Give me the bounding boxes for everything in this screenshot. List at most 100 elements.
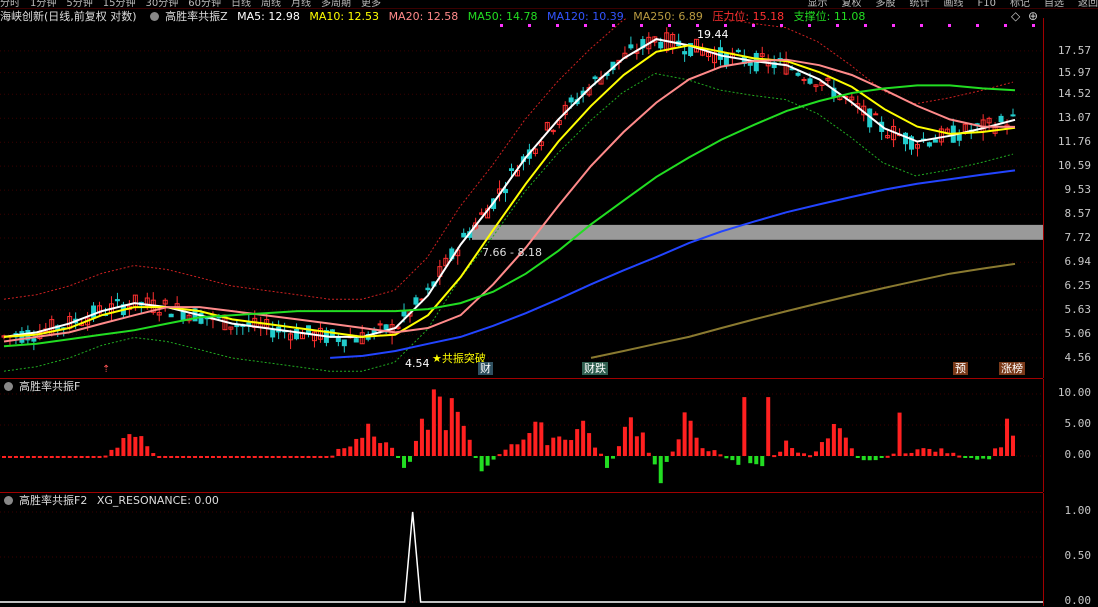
period-tab[interactable]: 分时 [0, 0, 20, 8]
osc-bar [390, 447, 395, 456]
osc-bar [360, 437, 365, 456]
osc-bar [957, 455, 962, 458]
main-price-chart[interactable]: ⇡ [0, 18, 1043, 378]
osc-bar [945, 453, 950, 456]
osc-bar [575, 429, 580, 456]
osc-bar [891, 453, 896, 456]
period-tab[interactable]: 5分钟 [66, 0, 92, 8]
osc-bar [921, 448, 926, 456]
period-tab[interactable]: 15分钟 [103, 0, 136, 8]
osc-bar [593, 447, 598, 456]
panel-divider [0, 378, 1043, 379]
osc-bar [372, 436, 377, 456]
osc-bar [634, 436, 639, 456]
osc-bar [646, 452, 651, 456]
osc-bar [831, 423, 836, 456]
resonance-chart[interactable] [0, 494, 1043, 606]
osc-bar [396, 456, 401, 458]
osc-bar [300, 456, 305, 458]
osc-bar [91, 456, 96, 458]
osc-bar [97, 456, 102, 458]
oscillator-chart[interactable] [0, 380, 1043, 492]
period-tab[interactable]: 60分钟 [188, 0, 221, 8]
period-tab[interactable]: 日线 [231, 0, 251, 8]
candle-body [932, 139, 938, 143]
osc-bar [402, 456, 407, 468]
candle-body [801, 78, 807, 81]
osc-bar [175, 456, 180, 458]
toolbar-right: 显示 复权 多股 统计 画线 F10 标记 自选 返回 [794, 0, 1098, 8]
period-tab[interactable]: 周线 [261, 0, 281, 8]
osc-bar [730, 456, 735, 461]
osc-bar [539, 422, 544, 456]
osc-bar [282, 456, 287, 458]
osc-bar [216, 456, 221, 458]
osc-bar [694, 437, 699, 456]
osc-bar [2, 456, 6, 458]
osc-bar [939, 448, 944, 456]
cai-badge[interactable]: 财 [478, 362, 493, 375]
candle-body [341, 339, 347, 347]
zhang-badge[interactable]: 涨榜 [999, 362, 1025, 375]
toolbar-button[interactable]: 统计 [910, 0, 930, 8]
osc-bar [915, 449, 920, 456]
toolbar-button[interactable]: 复权 [842, 0, 862, 8]
osc-bar [234, 456, 239, 458]
osc-tick: 0.00 [1064, 448, 1092, 461]
toolbar-button[interactable]: 返回 [1078, 0, 1098, 8]
osc-bar [443, 430, 448, 456]
osc-bar [670, 451, 675, 456]
signal-dot [500, 24, 503, 27]
top-menu-bar: 分时 1分钟 5分钟 15分钟 30分钟 60分钟 日线 周线 月线 多周期 更多 显示 复权 多股 统计… [0, 0, 1098, 9]
osc-bar [652, 456, 657, 465]
osc-bar [563, 439, 568, 456]
price-tick: 10.59 [1057, 159, 1091, 173]
osc-bar [270, 456, 275, 458]
osc-bar [802, 453, 807, 456]
candle-body [461, 232, 467, 238]
osc-tick: 10.00 [1057, 386, 1091, 399]
osc-bar [605, 456, 610, 468]
period-tab[interactable]: 1分钟 [30, 0, 56, 8]
candle-body [735, 49, 741, 53]
signal-dot [584, 24, 587, 27]
osc-bar [55, 456, 60, 458]
osc-bar [969, 456, 974, 458]
cai-die-badge[interactable]: 财跌 [582, 362, 608, 375]
osc-bar [587, 433, 592, 456]
signal-dot [780, 24, 783, 27]
res-tick: 1.00 [1064, 504, 1092, 517]
osc-bar [419, 418, 424, 456]
toolbar-button[interactable]: 标记 [1010, 0, 1030, 8]
osc-bar [187, 456, 192, 458]
osc-bar [13, 456, 18, 458]
osc-bar [808, 455, 813, 458]
candle-body [682, 51, 688, 55]
toolbar-button[interactable]: 自选 [1044, 0, 1064, 8]
period-tab[interactable]: 多周期 [321, 0, 351, 8]
period-tab[interactable]: 更多 [361, 0, 381, 8]
osc-bar [437, 396, 442, 456]
price-tick: 6.25 [1064, 279, 1092, 293]
osc-bar [640, 432, 645, 456]
res-axis: 1.00 0.50 0.00 [1043, 493, 1098, 607]
period-tab[interactable]: 月线 [291, 0, 311, 8]
candle-body [926, 142, 932, 147]
toolbar-button[interactable]: 显示 [808, 0, 828, 8]
osc-bar [199, 456, 204, 458]
osc-bar [461, 425, 466, 456]
price-tick: 14.52 [1057, 87, 1091, 101]
period-tab[interactable]: 30分钟 [145, 0, 178, 8]
buy-arrow-icon: ⇡ [102, 364, 110, 375]
yu-badge[interactable]: 预 [953, 362, 968, 375]
osc-bar [306, 456, 311, 458]
osc-bar [151, 453, 156, 456]
osc-bar [718, 454, 723, 457]
osc-bar [796, 452, 801, 456]
osc-bar [628, 417, 633, 456]
toolbar-button[interactable]: 多股 [876, 0, 896, 8]
ma-line-ma250 [590, 262, 1016, 359]
candle-body [747, 62, 753, 66]
toolbar-button[interactable]: 画线 [944, 0, 964, 8]
toolbar-button[interactable]: F10 [978, 0, 996, 8]
